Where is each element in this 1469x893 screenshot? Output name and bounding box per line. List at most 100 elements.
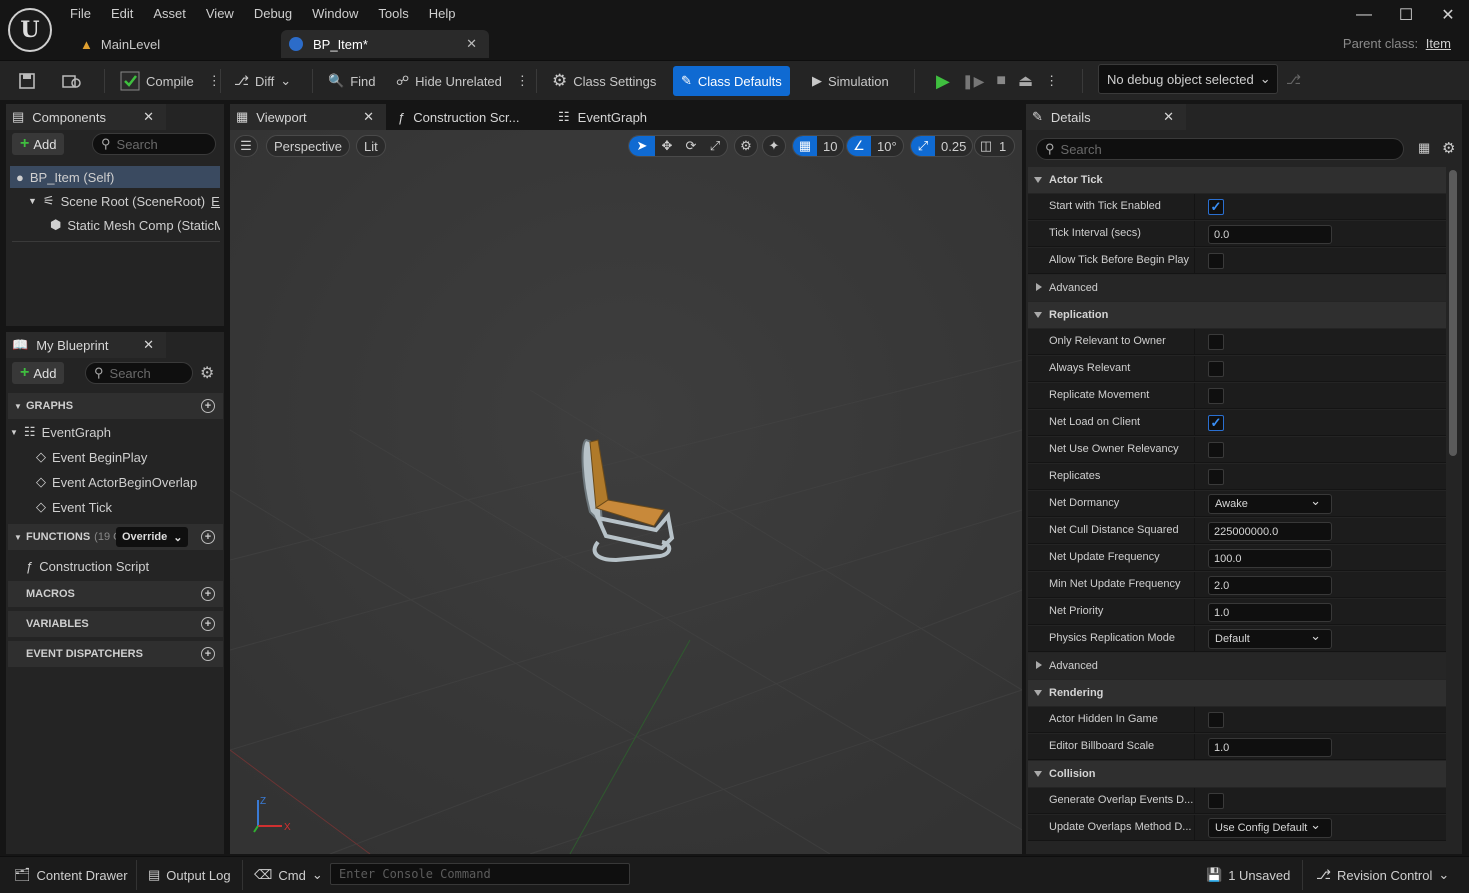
- hide-unrelated-button[interactable]: ☍ Hide Unrelated ⋮: [396, 67, 529, 95]
- class-defaults-button[interactable]: ✎ Class Defaults: [673, 66, 790, 96]
- add-blueprint-item-button[interactable]: + Add: [12, 362, 65, 384]
- add-macro-icon[interactable]: +: [201, 587, 215, 601]
- tab-viewport[interactable]: ▦ Viewport ✕: [230, 104, 386, 130]
- add-component-button[interactable]: + Add: [12, 133, 65, 155]
- add-variable-icon[interactable]: +: [201, 617, 215, 631]
- section-graphs[interactable]: ▼ GRAPHS +: [8, 393, 223, 419]
- more-options-icon[interactable]: ⋮: [516, 73, 529, 89]
- compile-button[interactable]: Compile ⋮: [120, 67, 221, 95]
- close-tab-icon[interactable]: ✕: [143, 337, 154, 353]
- override-dropdown[interactable]: Override ⌄: [116, 527, 189, 547]
- unsaved-button[interactable]: 💾 1 Unsaved: [1206, 866, 1290, 884]
- add-function-icon[interactable]: +: [201, 530, 215, 544]
- menu-edit[interactable]: Edit: [101, 6, 143, 22]
- gen-overlap-checkbox[interactable]: [1208, 793, 1224, 809]
- menu-view[interactable]: View: [196, 6, 244, 22]
- play-options-icon[interactable]: ⋮: [1045, 73, 1058, 89]
- grid-snap-group[interactable]: ▦ 10: [792, 135, 845, 157]
- content-drawer-button[interactable]: 🗂 Content Drawer: [14, 866, 128, 884]
- tick-interval-input[interactable]: 0.0: [1208, 225, 1332, 244]
- menu-asset[interactable]: Asset: [143, 6, 196, 22]
- viewport-menu-icon[interactable]: ☰: [234, 135, 258, 157]
- tab-my-blueprint[interactable]: 📖 My Blueprint ✕: [6, 332, 166, 358]
- step-forward-icon[interactable]: ❚▶: [962, 73, 985, 90]
- eject-icon[interactable]: ⏏: [1018, 71, 1033, 91]
- details-search-input[interactable]: ⚲ Search: [1036, 138, 1404, 160]
- scale-tool-icon[interactable]: ⤢: [703, 136, 727, 156]
- rotate-tool-icon[interactable]: ⟳: [679, 136, 703, 156]
- event-actor-begin-overlap[interactable]: ◇ Event ActorBeginOverlap: [36, 471, 220, 493]
- min-net-update-input[interactable]: 2.0: [1208, 576, 1332, 595]
- surface-snap-icon[interactable]: ✦: [762, 135, 786, 157]
- perspective-button[interactable]: Perspective: [266, 135, 350, 157]
- coordinate-space-icon[interactable]: ⚙: [734, 135, 758, 157]
- menu-debug[interactable]: Debug: [244, 6, 302, 22]
- tab-details[interactable]: ✎ Details ✕: [1026, 104, 1186, 130]
- category-rendering[interactable]: Rendering: [1028, 680, 1446, 706]
- debug-object-select[interactable]: No debug object selected ⌄: [1098, 64, 1278, 94]
- section-macros[interactable]: MACROS +: [8, 581, 223, 607]
- rotation-snap-group[interactable]: ∠ 10°: [846, 135, 904, 157]
- select-tool-icon[interactable]: ➤: [629, 136, 655, 156]
- category-replication[interactable]: Replication: [1028, 302, 1446, 328]
- cmd-dropdown[interactable]: ⌫ Cmd ⌄: [254, 866, 323, 884]
- menu-window[interactable]: Window: [302, 6, 368, 22]
- physics-rep-select[interactable]: Default: [1208, 628, 1332, 649]
- menu-tools[interactable]: Tools: [368, 6, 418, 22]
- close-tab-icon[interactable]: ✕: [466, 36, 477, 52]
- replication-advanced[interactable]: Advanced: [1028, 653, 1446, 679]
- hidden-in-game-checkbox[interactable]: [1208, 712, 1224, 728]
- section-functions[interactable]: ▼ FUNCTIONS (19 O Override ⌄ +: [8, 524, 223, 550]
- component-static-mesh[interactable]: ⬢ Static Mesh Comp (StaticM: [50, 214, 220, 236]
- menu-file[interactable]: File: [60, 6, 101, 22]
- category-actor-tick[interactable]: Actor Tick: [1028, 167, 1446, 193]
- revision-control-button[interactable]: ⎇ Revision Control ⌄: [1316, 866, 1449, 884]
- start-with-tick-checkbox[interactable]: ✓: [1208, 199, 1224, 215]
- class-settings-button[interactable]: ⚙ Class Settings: [552, 67, 656, 95]
- details-settings-icon[interactable]: ⚙: [1442, 139, 1455, 157]
- play-icon[interactable]: ▶: [936, 71, 950, 92]
- replicate-movement-checkbox[interactable]: [1208, 388, 1224, 404]
- event-tick[interactable]: ◇ Event Tick: [36, 496, 220, 518]
- actor-tick-advanced[interactable]: Advanced: [1028, 275, 1446, 301]
- billboard-scale-input[interactable]: 1.0: [1208, 738, 1332, 757]
- lit-button[interactable]: Lit: [356, 135, 386, 157]
- camera-speed-group[interactable]: ◫ 1: [974, 135, 1016, 157]
- compile-options-icon[interactable]: ⋮: [208, 73, 221, 89]
- debug-filter-icon[interactable]: ⎇: [1286, 72, 1301, 88]
- move-tool-icon[interactable]: ✥: [655, 136, 679, 156]
- table-view-icon[interactable]: ▦: [1418, 140, 1430, 156]
- net-update-input[interactable]: 100.0: [1208, 549, 1332, 568]
- stop-icon[interactable]: ■: [996, 72, 1006, 90]
- find-button[interactable]: 🔍 Find: [328, 67, 375, 95]
- close-tab-icon[interactable]: ✕: [1163, 109, 1174, 125]
- unreal-logo-icon[interactable]: U: [8, 8, 52, 52]
- replicates-checkbox[interactable]: [1208, 469, 1224, 485]
- allow-tick-checkbox[interactable]: [1208, 253, 1224, 269]
- details-scrollbar[interactable]: [1449, 170, 1457, 456]
- scale-snap-group[interactable]: ⤢ 0.25: [910, 135, 974, 157]
- section-variables[interactable]: VARIABLES +: [8, 611, 223, 637]
- net-load-checkbox[interactable]: ✓: [1208, 415, 1224, 431]
- always-relevant-checkbox[interactable]: [1208, 361, 1224, 377]
- close-tab-icon[interactable]: ✕: [363, 109, 374, 125]
- add-event-dispatcher-icon[interactable]: +: [201, 647, 215, 661]
- simulation-button[interactable]: ▶ Simulation: [812, 67, 889, 95]
- output-log-button[interactable]: ▤ Output Log: [148, 866, 231, 884]
- browse-icon[interactable]: [62, 67, 82, 95]
- tab-bp-item[interactable]: BP_Item* ✕: [281, 30, 489, 58]
- component-self[interactable]: ● BP_Item (Self): [10, 166, 220, 188]
- net-cull-input[interactable]: 225000000.0: [1208, 522, 1332, 541]
- save-icon[interactable]: [18, 67, 36, 95]
- event-begin-play[interactable]: ◇ Event BeginPlay: [36, 446, 220, 468]
- net-use-owner-checkbox[interactable]: [1208, 442, 1224, 458]
- tab-main-level[interactable]: ▲ MainLevel: [72, 30, 277, 58]
- section-event-dispatchers[interactable]: EVENT DISPATCHERS +: [8, 641, 223, 667]
- minimize-icon[interactable]: —: [1343, 0, 1385, 30]
- net-priority-input[interactable]: 1.0: [1208, 603, 1332, 622]
- edit-component-link[interactable]: Ec: [211, 194, 220, 209]
- tab-construction-script[interactable]: ƒ Construction Scr...: [392, 104, 542, 130]
- diff-button[interactable]: ⎇ Diff ⌄: [234, 67, 291, 95]
- viewport-canvas[interactable]: Z X: [230, 130, 1022, 854]
- component-scene-root[interactable]: ▼ ⚟ Scene Root (SceneRoot) Ec: [28, 190, 220, 212]
